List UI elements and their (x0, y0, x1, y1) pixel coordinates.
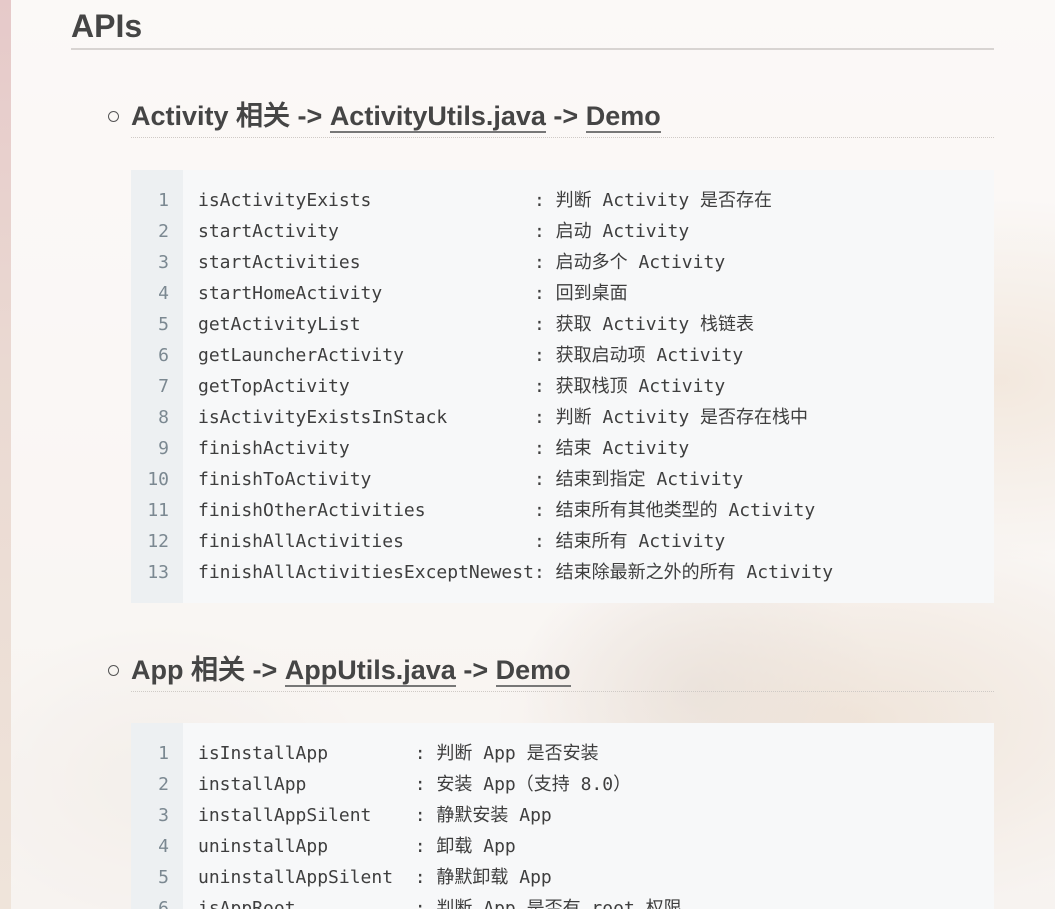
line-number: 7 (158, 376, 169, 397)
code-text: installApp : 安装 App（支持 8.0） (198, 774, 632, 795)
list-bullet (108, 665, 119, 676)
code-text: startActivities : 启动多个 Activity (198, 252, 726, 273)
code-text: isInstallApp : 判断 App 是否安装 (198, 743, 599, 764)
activityutils-link[interactable]: ActivityUtils.java (329, 101, 546, 133)
code-text: finishAllActivities : 结束所有 Activity (198, 531, 726, 552)
code-line: 13 finishAllActivitiesExceptNewest: 结束除最新… (131, 557, 994, 588)
apputils-link[interactable]: AppUtils.java (284, 655, 456, 687)
line-number: 3 (158, 252, 169, 273)
code-line: 3 installAppSilent : 静默安装 App (131, 800, 994, 831)
demo-link[interactable]: Demo (495, 655, 571, 687)
line-number: 9 (158, 438, 169, 459)
line-number: 1 (158, 190, 169, 211)
arrow-text: -> (553, 101, 579, 131)
line-number: 11 (147, 500, 169, 521)
code-text: getTopActivity : 获取栈顶 Activity (198, 376, 726, 397)
section-title: Activity 相关 -> (131, 101, 323, 131)
code-text: startHomeActivity : 回到桌面 (198, 283, 628, 304)
code-line: 12 finishAllActivities : 结束所有 Activity (131, 526, 994, 557)
section-title: App 相关 -> (131, 655, 278, 685)
code-line: 1 isInstallApp : 判断 App 是否安装 (131, 738, 994, 769)
code-line: 10 finishToActivity : 结束到指定 Activity (131, 464, 994, 495)
code-line: 9 finishActivity : 结束 Activity (131, 433, 994, 464)
code-text: startActivity : 启动 Activity (198, 221, 690, 242)
code-text: getLauncherActivity : 获取启动项 Activity (198, 345, 744, 366)
code-line: 8 isActivityExistsInStack : 判断 Activity 是… (131, 402, 994, 433)
left-edge-strip (0, 0, 11, 909)
code-text: installAppSilent : 静默安装 App (198, 805, 552, 826)
line-number: 3 (158, 805, 169, 826)
code-text: getActivityList : 获取 Activity 栈链表 (198, 314, 754, 335)
line-number: 10 (147, 469, 169, 490)
code-line: 1 isActivityExists : 判断 Activity 是否存在 (131, 185, 994, 216)
code-line: 7 getTopActivity : 获取栈顶 Activity (131, 371, 994, 402)
code-text: isActivityExists : 判断 Activity 是否存在 (198, 190, 772, 211)
section-heading-activity: Activity 相关 -> ActivityUtils.java -> Dem… (131, 97, 994, 138)
page-heading: APIs (71, 6, 994, 50)
line-number: 13 (147, 562, 169, 583)
demo-link[interactable]: Demo (585, 101, 661, 133)
line-number: 5 (158, 867, 169, 888)
code-line: 5 uninstallAppSilent : 静默卸载 App (131, 862, 994, 893)
code-text: finishToActivity : 结束到指定 Activity (198, 469, 744, 490)
line-number: 12 (147, 531, 169, 552)
code-line: 5 getActivityList : 获取 Activity 栈链表 (131, 309, 994, 340)
code-block-activity: 1 isActivityExists : 判断 Activity 是否存在 2 sta… (131, 170, 994, 603)
code-line: 2 installApp : 安装 App（支持 8.0） (131, 769, 994, 800)
line-number: 1 (158, 743, 169, 764)
line-number: 2 (158, 774, 169, 795)
code-text: finishActivity : 结束 Activity (198, 438, 690, 459)
section-heading-app: App 相关 -> AppUtils.java -> Demo (131, 651, 994, 692)
list-bullet (108, 111, 119, 122)
code-block-app: 1 isInstallApp : 判断 App 是否安装 2 installApp :… (131, 723, 994, 909)
code-text: finishAllActivitiesExceptNewest: 结束除最新之外… (198, 562, 834, 583)
code-text: uninstallAppSilent : 静默卸载 App (198, 867, 552, 888)
line-number: 2 (158, 221, 169, 242)
code-text: finishOtherActivities : 结束所有其他类型的 Activi… (198, 500, 816, 521)
code-line: 6 isAppRoot : 判断 App 是否有 root 权限 (131, 893, 994, 909)
line-number: 5 (158, 314, 169, 335)
code-line: 2 startActivity : 启动 Activity (131, 216, 994, 247)
code-line: 3 startActivities : 启动多个 Activity (131, 247, 994, 278)
line-number: 6 (158, 345, 169, 366)
line-number: 4 (158, 283, 169, 304)
code-text: isActivityExistsInStack : 判断 Activity 是否… (198, 407, 808, 428)
code-line: 11 finishOtherActivities : 结束所有其他类型的 Acti… (131, 495, 994, 526)
code-line: 4 uninstallApp : 卸载 App (131, 831, 994, 862)
code-text: uninstallApp : 卸载 App (198, 836, 516, 857)
line-number: 4 (158, 836, 169, 857)
code-text: isAppRoot : 判断 App 是否有 root 权限 (198, 898, 682, 909)
arrow-text: -> (463, 655, 489, 685)
code-line: 4 startHomeActivity : 回到桌面 (131, 278, 994, 309)
line-number: 6 (158, 898, 169, 909)
code-line: 6 getLauncherActivity : 获取启动项 Activity (131, 340, 994, 371)
line-number: 8 (158, 407, 169, 428)
